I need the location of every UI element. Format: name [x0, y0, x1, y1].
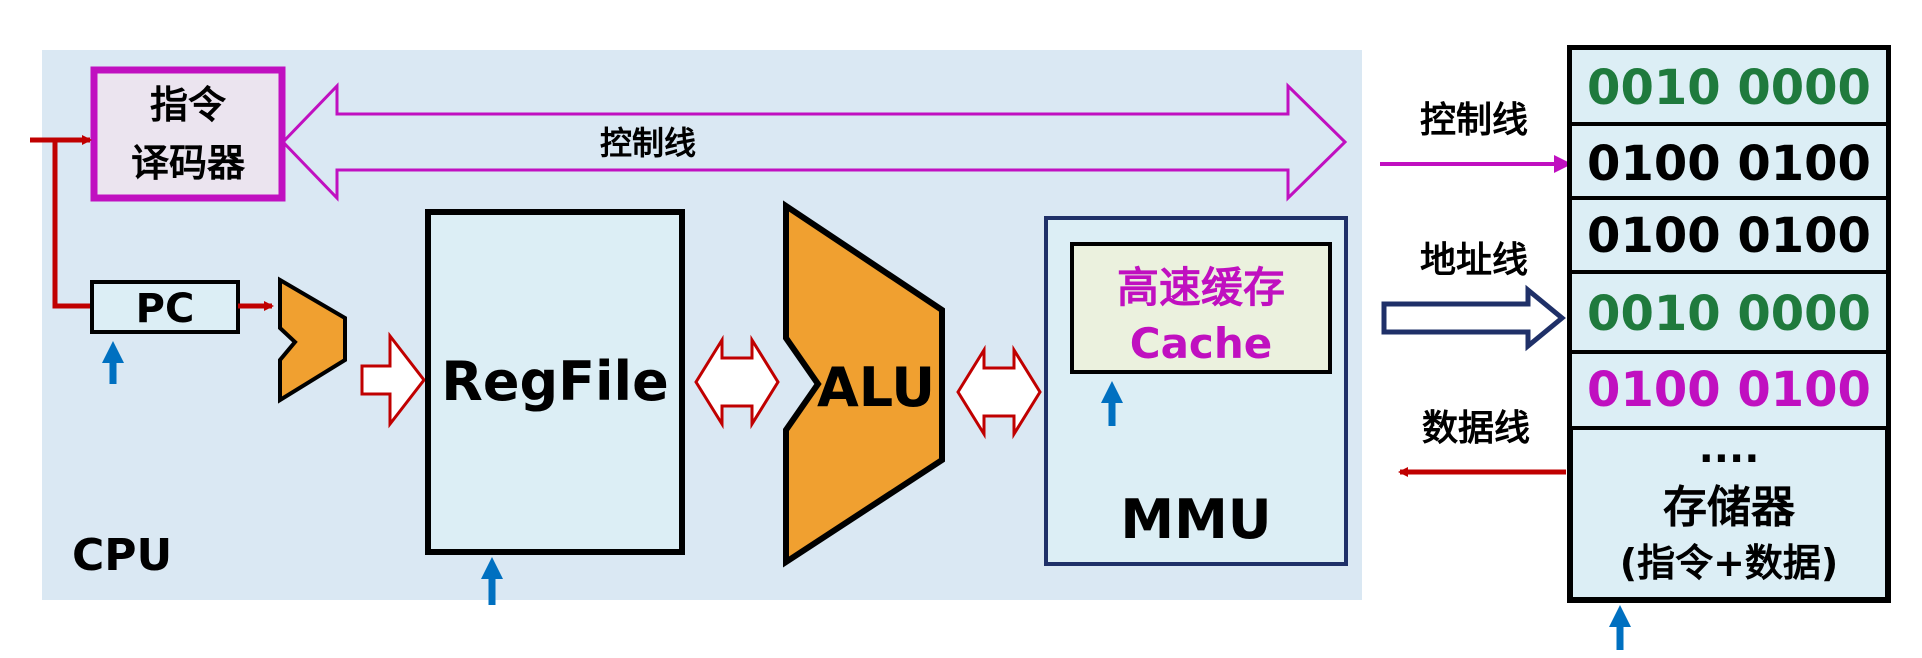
decoder-label-line1: 指令 [150, 83, 227, 127]
cache-label-line2: Cache [1130, 319, 1272, 368]
memory-ellipsis: .... [1699, 426, 1760, 472]
alu-label: ALU [817, 356, 935, 419]
address-bus-label: 地址线 [1420, 240, 1528, 281]
cache-label-line1: 高速缓存 [1117, 263, 1285, 312]
cpu-memory-diagram: CPU 指令 译码器 控制线 PC RegFile ALU 高速缓存 Cache… [30, 45, 1891, 650]
mmu-label: MMU [1120, 488, 1271, 551]
memory-cell-value: 0010 0000 [1587, 60, 1871, 116]
pc-label: PC [136, 286, 195, 332]
memory-title: 存储器 [1663, 482, 1796, 533]
regfile-label: RegFile [441, 350, 668, 413]
memory-cell-value: 0100 0100 [1587, 362, 1871, 418]
memory: 0010 0000 0100 0100 0100 0100 0010 0000 … [1567, 45, 1891, 603]
memory-cell-value: 0100 0100 [1587, 136, 1871, 192]
memory-subtitle: (指令+数据) [1620, 541, 1839, 585]
decoder-label-line2: 译码器 [131, 141, 246, 185]
address-bus-arrow [1381, 284, 1566, 352]
data-bus-label: 数据线 [1422, 408, 1530, 449]
memory-cell-value: 0010 0000 [1587, 286, 1871, 342]
cpu-label: CPU [72, 530, 172, 581]
internal-control-bus-label: 控制线 [600, 124, 696, 162]
memory-cell-value: 0100 0100 [1587, 208, 1871, 264]
control-bus-label: 控制线 [1420, 100, 1528, 141]
